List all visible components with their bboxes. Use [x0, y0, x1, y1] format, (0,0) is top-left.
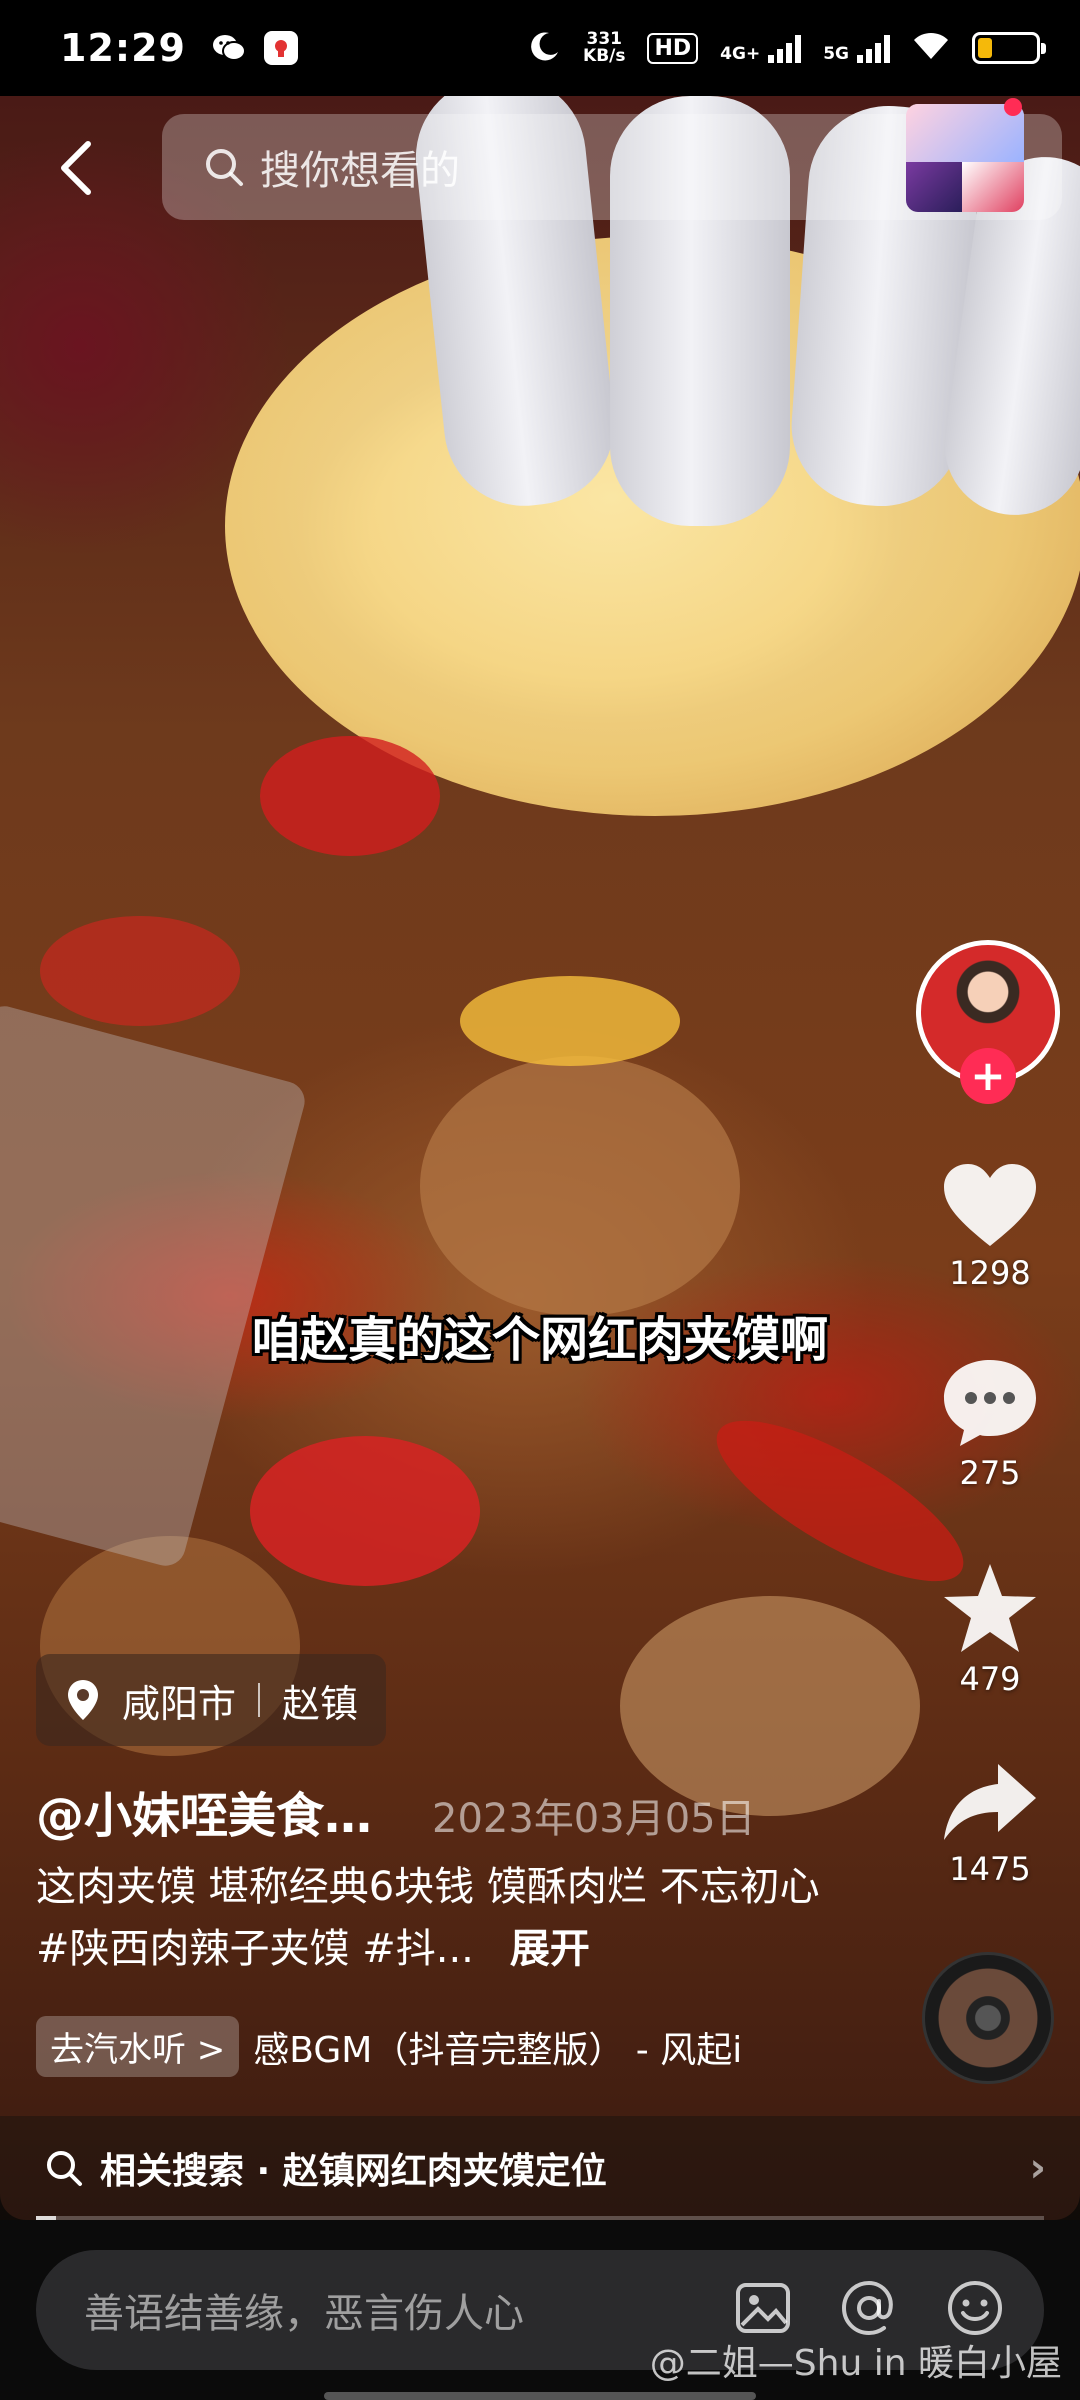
- favorite-button[interactable]: 479: [920, 1560, 1060, 1698]
- search-placeholder: 搜你想看的: [260, 148, 460, 194]
- video-frame-chili: [40, 916, 240, 1026]
- music-row[interactable]: 去汽水听 > 感BGM（抖音完整版） - 风起i: [36, 2016, 833, 2077]
- comment-icon: [944, 1360, 1036, 1446]
- share-count: 1475: [949, 1850, 1031, 1888]
- location-place: 赵镇: [282, 1681, 359, 1726]
- share-button[interactable]: 1475: [920, 1760, 1060, 1888]
- search-icon: [47, 2151, 82, 2186]
- thumbnail-image: [962, 162, 1024, 212]
- related-search-bar[interactable]: 相关搜索 · 赵镇网红肉夹馍定位 ›: [0, 2116, 1080, 2220]
- battery-fill: [978, 38, 992, 58]
- wifi-icon: [912, 31, 950, 65]
- video-frame-chili: [260, 736, 440, 856]
- comment-count: 275: [959, 1454, 1021, 1492]
- signal-icon-2: [857, 33, 890, 63]
- notification-dot: [1004, 98, 1022, 116]
- location-city: 咸阳市: [122, 1681, 237, 1726]
- hd-icon: HD: [647, 32, 699, 64]
- video-frame-egg: [460, 976, 680, 1066]
- mention-icon[interactable]: [840, 2279, 898, 2341]
- net-type-2: 5G: [823, 44, 849, 64]
- star-icon: [944, 1564, 1036, 1652]
- author-name[interactable]: @小妹咥美食…: [36, 1776, 372, 1846]
- recent-accounts-thumbnail[interactable]: [906, 104, 1024, 212]
- app-notification-icon: [263, 31, 298, 65]
- share-icon: [944, 1764, 1036, 1840]
- back-arrow-icon: [61, 141, 91, 195]
- like-count: 1298: [949, 1254, 1031, 1292]
- heart-icon: [944, 1164, 1036, 1246]
- video-description[interactable]: 这肉夹馍 堪称经典6块钱 馍酥肉烂 不忘初心 #陕西肉辣子夹馍 #抖... 展开: [36, 1856, 826, 1980]
- video-frame-meat: [420, 1056, 740, 1316]
- expand-link[interactable]: 展开: [510, 1926, 590, 1972]
- moon-icon: [529, 30, 561, 66]
- like-button[interactable]: 1298: [920, 1160, 1060, 1292]
- back-button[interactable]: [46, 128, 106, 208]
- open-in-music-app-link[interactable]: 去汽水听 >: [36, 2016, 240, 2077]
- thumbnail-image: [906, 162, 962, 212]
- status-time: 12:29: [60, 26, 186, 70]
- signal-icon: [768, 33, 802, 63]
- battery-icon: [972, 32, 1046, 64]
- search-icon: [206, 149, 243, 186]
- home-indicator[interactable]: [324, 2392, 756, 2400]
- comment-placeholder: 善语结善缘，恶言伤人心: [84, 2291, 524, 2337]
- video-frame-chili: [250, 1436, 480, 1586]
- watermark: @二姐—Shu in 暖白小屋: [649, 2343, 1062, 2384]
- net-speed: 331 KB/s: [583, 31, 625, 65]
- favorite-count: 479: [959, 1660, 1021, 1698]
- net-speed-unit: KB/s: [583, 46, 626, 66]
- emoji-icon[interactable]: [946, 2279, 1004, 2341]
- description-text: 这肉夹馍 堪称经典6块钱 馍酥肉烂 不忘初心 #陕西肉辣子夹馍 #抖...: [36, 1864, 820, 1972]
- music-title: 感BGM（抖音完整版） - 风起i: [253, 2029, 743, 2071]
- video-caption: 咱赵真的这个网红肉夹馍啊: [251, 1312, 828, 1368]
- author-row: @小妹咥美食… 2023年03月05日: [36, 1776, 756, 1846]
- related-search-label: 相关搜索 · 赵镇网红肉夹馍定位: [100, 2151, 607, 2192]
- post-date: 2023年03月05日: [432, 1796, 756, 1842]
- net-type-1: 4G+: [720, 44, 761, 64]
- music-disc[interactable]: [922, 1952, 1054, 2084]
- chevron-right-icon: ›: [1029, 2145, 1046, 2191]
- location-pin-icon: [68, 1680, 98, 1720]
- image-icon[interactable]: [734, 2279, 792, 2341]
- wechat-icon: [212, 31, 246, 65]
- comment-button[interactable]: 275: [920, 1356, 1060, 1492]
- location-divider: [258, 1683, 261, 1717]
- location-chip[interactable]: 咸阳市 赵镇: [36, 1654, 387, 1746]
- status-bar: 12:29 331 KB/s HD 4G+ 5G: [0, 0, 1080, 96]
- follow-button[interactable]: +: [960, 1048, 1016, 1104]
